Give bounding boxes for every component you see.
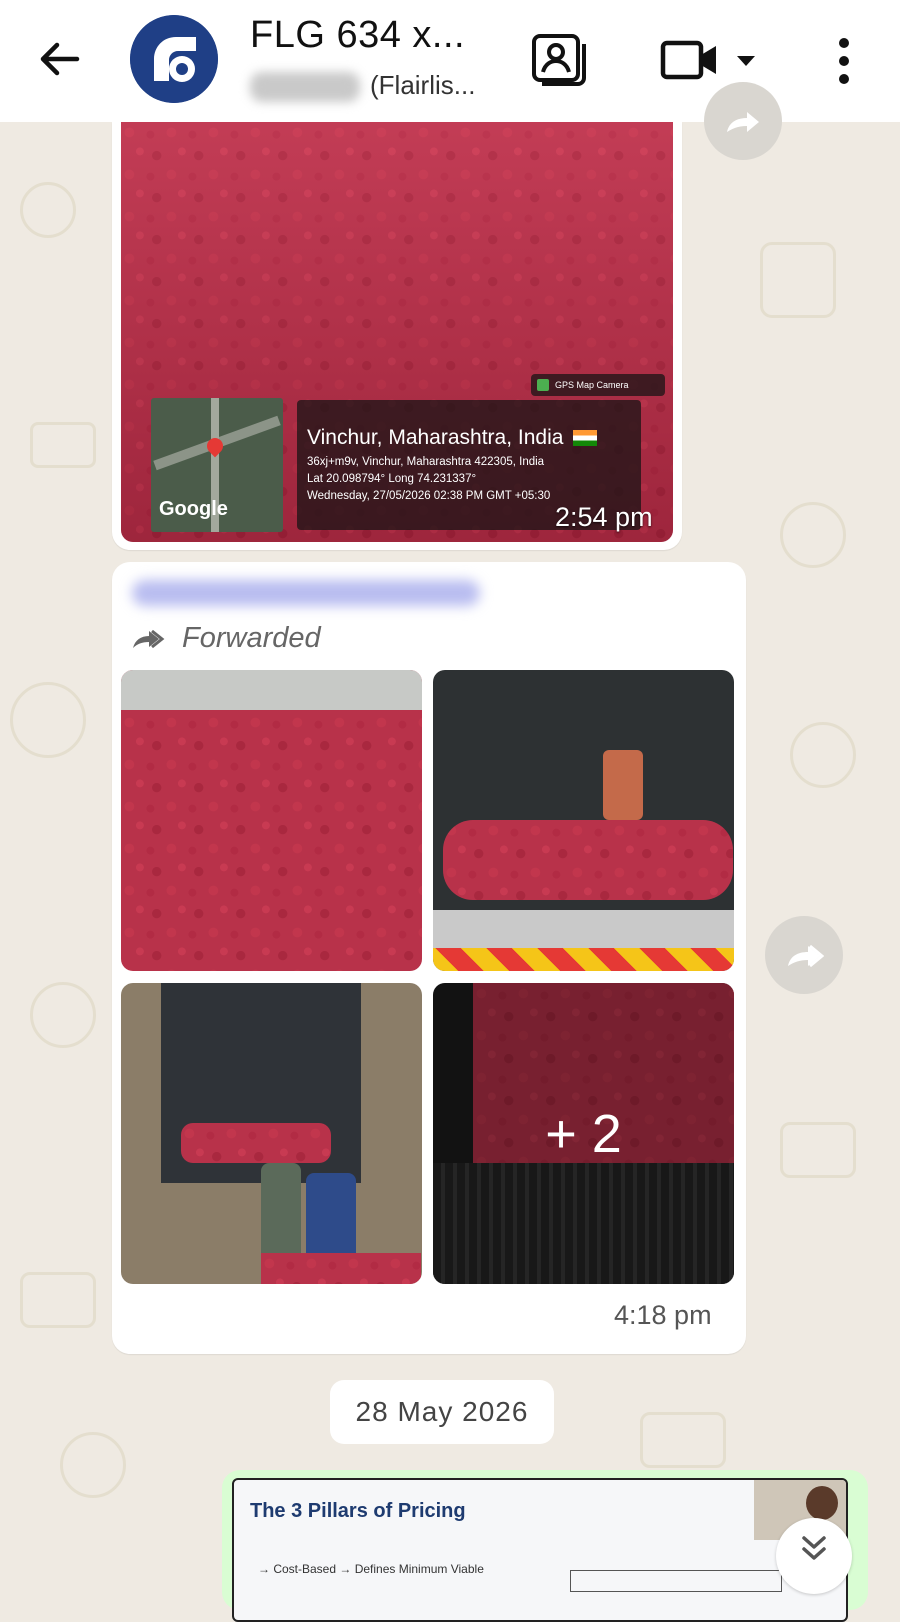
wallpaper-doodle xyxy=(760,242,836,318)
date-divider: 28 May 2026 xyxy=(330,1380,554,1444)
truck-bumper xyxy=(433,910,734,948)
map-brand: Google xyxy=(159,498,228,520)
hazard-stripe xyxy=(433,948,734,971)
album-photo-4[interactable]: + 2 xyxy=(433,983,734,1284)
avatar[interactable] xyxy=(130,15,218,103)
forwarded-label: Forwarded xyxy=(182,622,321,654)
gps-camera-icon xyxy=(537,379,549,391)
double-chevron-down-icon xyxy=(802,1536,826,1560)
worker-figure xyxy=(306,1173,356,1263)
message-photo[interactable]: Google GPS Map Camera Vinchur, Maharasht… xyxy=(121,122,673,542)
gps-location: Vinchur, Maharashtra, India xyxy=(307,426,598,450)
forwarded-indicator: Forwarded xyxy=(130,622,321,655)
wallpaper-doodle xyxy=(60,1432,126,1498)
scroll-to-bottom-button[interactable] xyxy=(776,1518,852,1594)
document-box xyxy=(570,1570,782,1592)
onion-bags xyxy=(261,1253,421,1284)
gps-datetime: Wednesday, 27/05/2026 02:38 PM GMT +05:3… xyxy=(307,490,551,502)
worker-figure xyxy=(603,750,643,820)
gps-coords: Lat 20.098794° Long 74.231337° xyxy=(307,473,477,485)
wallpaper-doodle xyxy=(30,422,96,468)
back-arrow-icon[interactable] xyxy=(34,34,84,84)
wallpaper-doodle xyxy=(790,722,856,788)
album-photo-1[interactable] xyxy=(121,670,422,971)
gps-app-tag: GPS Map Camera xyxy=(531,374,665,396)
message-time: 2:54 pm xyxy=(555,502,653,532)
wallpaper-doodle xyxy=(10,682,86,758)
wallpaper-doodle xyxy=(780,1122,856,1178)
forwarded-icon xyxy=(133,629,165,648)
onion-bags xyxy=(443,820,733,900)
album-photo-3[interactable] xyxy=(121,983,422,1284)
wallpaper-doodle xyxy=(780,502,846,568)
gps-address: 36xj+m9v, Vinchur, Maharashtra 422305, I… xyxy=(307,456,545,468)
wallpaper-doodle xyxy=(20,1272,96,1328)
wallpaper-doodle xyxy=(30,982,96,1048)
wallpaper-doodle xyxy=(640,1412,726,1468)
india-flag-icon xyxy=(573,430,598,447)
worker-figure xyxy=(261,1163,301,1263)
map-thumbnail: Google xyxy=(151,398,283,532)
video-call-icon[interactable] xyxy=(660,38,720,82)
gps-app-name: GPS Map Camera xyxy=(555,380,629,390)
document-title: The 3 Pillars of Pricing xyxy=(250,1500,466,1522)
chat-title[interactable]: FLG 634 x... xyxy=(250,14,465,57)
onion-bags xyxy=(181,1123,331,1163)
document-line: → Cost-Based → Defines Minimum Viable xyxy=(258,1562,484,1576)
contact-card-icon[interactable] xyxy=(530,32,586,88)
blurred-name xyxy=(250,72,360,102)
message-time: 4:18 pm xyxy=(614,1300,712,1330)
album-photo-2[interactable] xyxy=(433,670,734,971)
blurred-sender-name xyxy=(132,580,480,606)
wallpaper-doodle xyxy=(20,182,76,238)
document-preview[interactable]: The 3 Pillars of Pricing → Cost-Based → … xyxy=(232,1478,848,1622)
presenter-face xyxy=(806,1486,838,1520)
more-vertical-icon[interactable] xyxy=(832,36,856,86)
more-photos-count: + 2 xyxy=(545,1104,622,1164)
forward-message-button[interactable] xyxy=(704,82,782,160)
truck-ceiling xyxy=(121,670,422,710)
chat-subtitle[interactable]: (Flairlis... xyxy=(370,70,475,101)
chevron-down-icon[interactable] xyxy=(736,54,756,73)
forward-message-button[interactable] xyxy=(765,916,843,994)
